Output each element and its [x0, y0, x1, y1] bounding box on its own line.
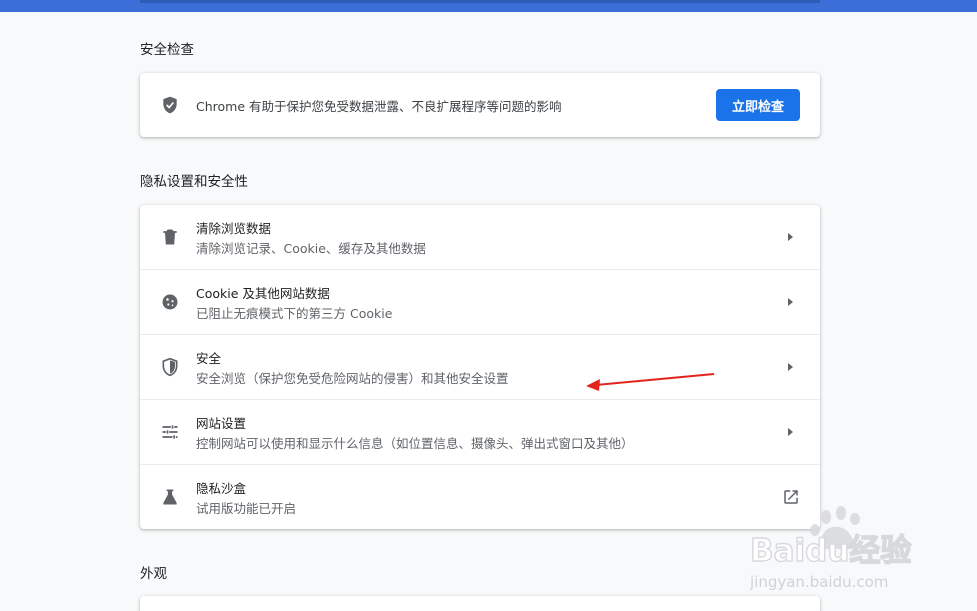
appearance-card — [140, 596, 820, 611]
trash-icon — [163, 229, 177, 245]
external-link-icon[interactable] — [782, 488, 800, 506]
row-title: 隐私沙盒 — [196, 481, 247, 496]
appearance-section-title: 外观 — [140, 566, 167, 582]
watermark-url: jingyan.baidu.com — [749, 573, 888, 591]
privacy-section-title: 隐私设置和安全性 — [140, 174, 248, 190]
tune-icon — [162, 425, 178, 439]
row-subtitle: 试用版功能已开启 — [196, 501, 297, 516]
top-toolbar — [0, 0, 977, 12]
row-subtitle: 安全浏览（保护您免受危险网站的侵害）和其他安全设置 — [196, 371, 509, 386]
row-privacy-sandbox[interactable]: 隐私沙盒 试用版功能已开启 — [140, 465, 820, 529]
check-now-button[interactable]: 立即检查 — [716, 89, 800, 121]
row-title: 清除浏览数据 — [196, 221, 272, 236]
safety-check-section-title: 安全检查 — [140, 42, 194, 58]
chevron-right-icon — [788, 233, 793, 241]
row-site-settings[interactable]: 网站设置 控制网站可以使用和显示什么信息（如位置信息、摄像头、弹出式窗口及其他） — [140, 400, 820, 465]
search-bar-edge[interactable] — [140, 0, 820, 3]
row-subtitle: 控制网站可以使用和显示什么信息（如位置信息、摄像头、弹出式窗口及其他） — [196, 436, 634, 451]
privacy-card: 清除浏览数据 清除浏览记录、Cookie、缓存及其他数据 Cookie 及其他网… — [140, 205, 820, 529]
row-title: 网站设置 — [196, 416, 247, 431]
safety-check-card: Chrome 有助于保护您免受数据泄露、不良扩展程序等问题的影响 立即检查 — [140, 73, 820, 137]
chevron-right-icon — [788, 363, 793, 371]
shield-icon — [162, 357, 178, 377]
row-subtitle: 清除浏览记录、Cookie、缓存及其他数据 — [196, 241, 426, 256]
flask-icon — [163, 489, 177, 505]
baidu-watermark: Baidu经验 jingyan.baidu.com — [749, 506, 912, 591]
chevron-right-icon — [788, 298, 793, 306]
cookie-icon — [162, 294, 178, 310]
annotation-arrow — [586, 373, 715, 391]
chevron-right-icon — [788, 428, 793, 436]
watermark-brand: Baidu经验 — [750, 533, 911, 569]
row-clear-browsing-data[interactable]: 清除浏览数据 清除浏览记录、Cookie、缓存及其他数据 — [140, 205, 820, 270]
row-cookies[interactable]: Cookie 及其他网站数据 已阻止无痕模式下的第三方 Cookie — [140, 270, 820, 335]
row-title: 安全 — [196, 351, 222, 366]
row-subtitle: 已阻止无痕模式下的第三方 Cookie — [196, 306, 393, 321]
row-title: Cookie 及其他网站数据 — [196, 286, 330, 301]
safety-check-description: Chrome 有助于保护您免受数据泄露、不良扩展程序等问题的影响 — [196, 99, 562, 114]
shield-check-icon — [163, 96, 177, 114]
